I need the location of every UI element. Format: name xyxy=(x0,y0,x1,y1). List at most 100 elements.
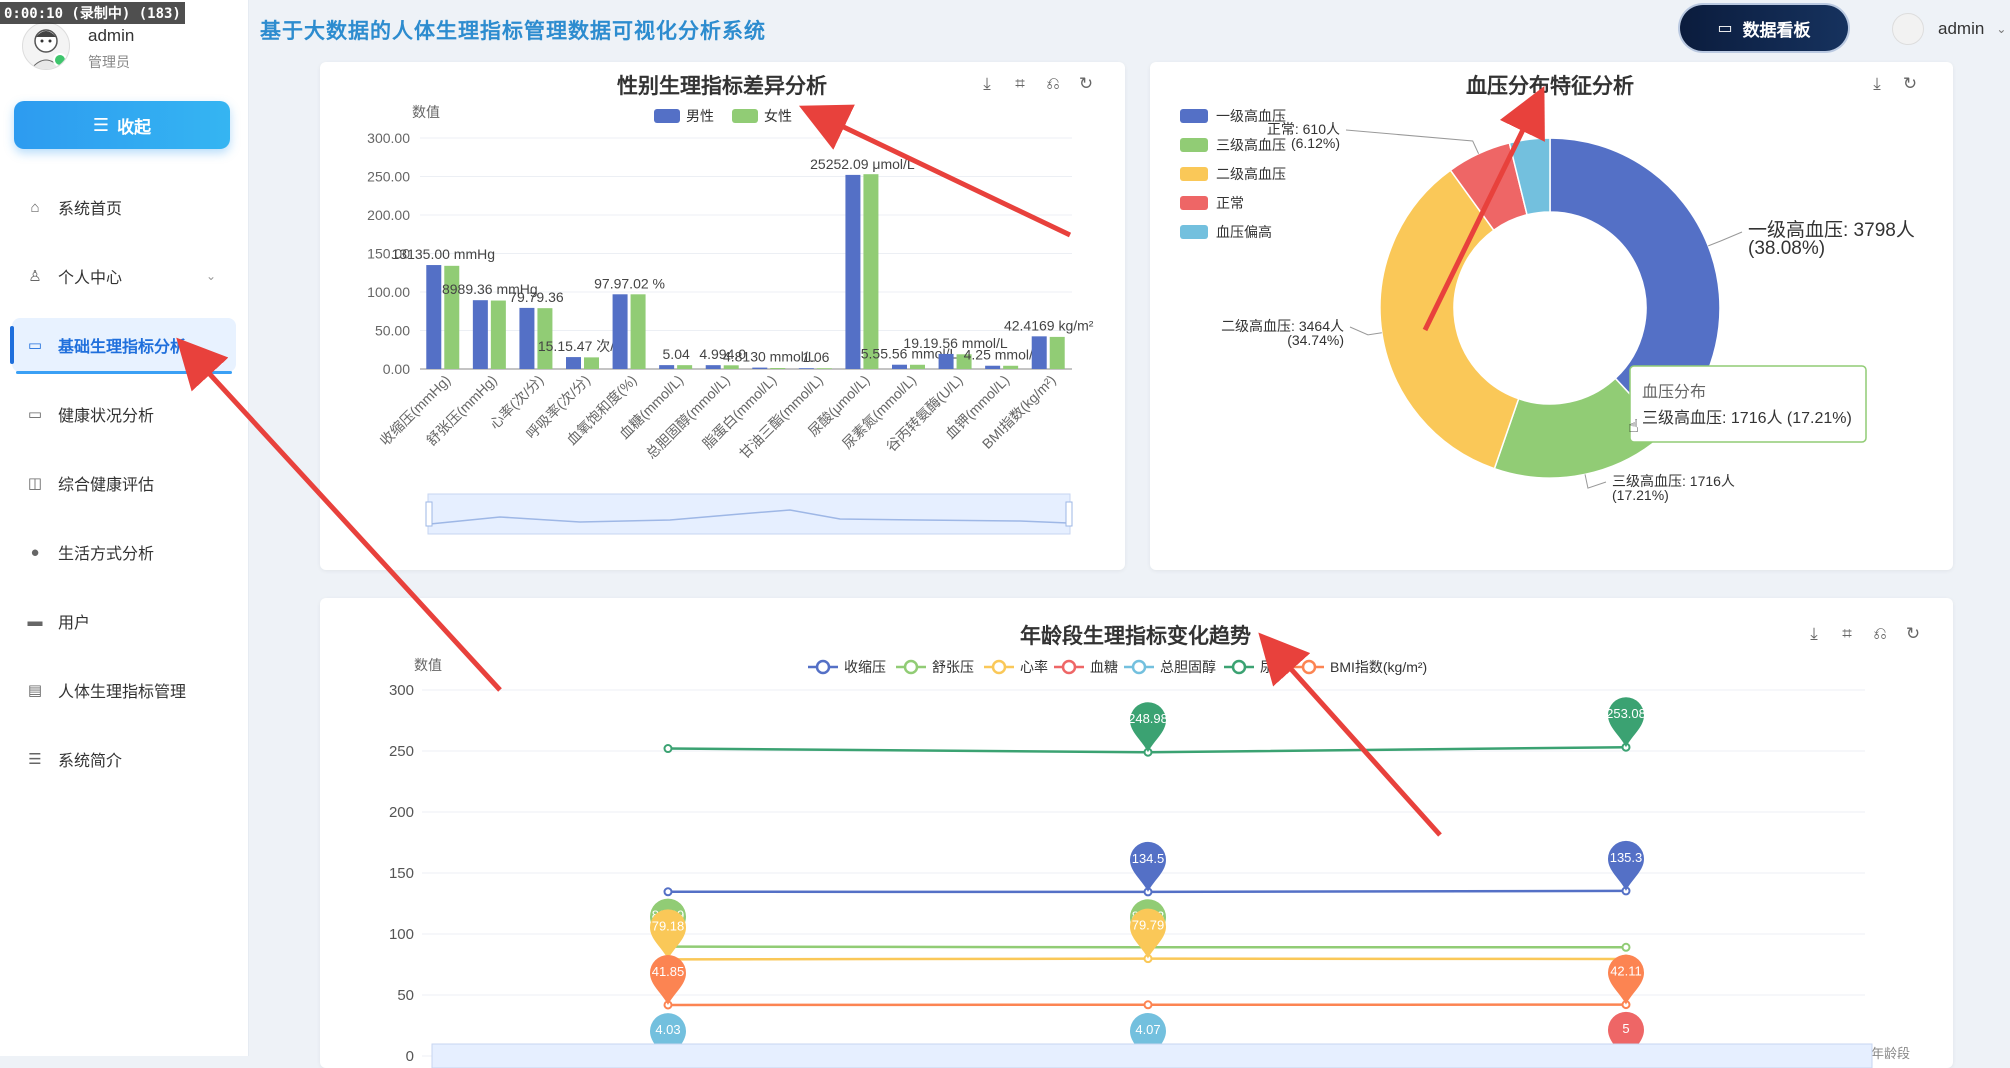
mark-point-label: 5 xyxy=(1622,1021,1629,1036)
bar[interactable] xyxy=(724,365,739,369)
legend-marker[interactable] xyxy=(817,661,829,673)
bar[interactable] xyxy=(863,174,878,369)
slice-label-line xyxy=(1350,327,1382,335)
y-tick-label: 200 xyxy=(389,804,414,821)
bar-value-label: 13135.00 mmHg xyxy=(392,246,496,262)
sidebar-item-label: 综合健康评估 xyxy=(58,471,154,495)
header-user-menu[interactable]: admin ⌄ xyxy=(1892,13,2006,45)
bar-value-label: 42.4169 kg/m² xyxy=(1004,317,1094,333)
bar[interactable] xyxy=(770,368,785,369)
legend-swatch[interactable] xyxy=(654,109,680,123)
legend-label[interactable]: 收缩压 xyxy=(844,659,886,675)
legend-label[interactable]: 心率 xyxy=(1020,659,1048,675)
sidebar-item-home[interactable]: ⌂ 系统首页 xyxy=(12,180,236,234)
bar[interactable] xyxy=(473,300,488,369)
legend-label[interactable]: 血糖 xyxy=(1090,659,1118,675)
bar[interactable] xyxy=(426,265,441,369)
legend-swatch[interactable] xyxy=(1180,109,1208,123)
legend-label[interactable]: 男性 xyxy=(686,108,714,124)
bar[interactable] xyxy=(799,368,814,369)
sidebar-item-about[interactable]: ☰ 系统简介 xyxy=(12,732,236,786)
slice-label-line xyxy=(1346,130,1479,154)
sidebar-item-lifestyle[interactable]: ● 生活方式分析 xyxy=(12,525,236,579)
series-point[interactable] xyxy=(665,745,672,752)
bar[interactable] xyxy=(752,368,767,369)
bar[interactable] xyxy=(1032,336,1047,369)
y-tick-label: 100 xyxy=(389,926,414,943)
collapse-button[interactable]: ☰ 收起 xyxy=(14,101,230,149)
legend-swatch[interactable] xyxy=(1180,138,1208,152)
series-point[interactable] xyxy=(665,888,672,895)
sidebar-item-health-status[interactable]: ▭ 健康状况分析 xyxy=(12,387,236,441)
bar[interactable] xyxy=(845,175,860,369)
bar[interactable] xyxy=(892,365,907,369)
bar[interactable] xyxy=(910,365,925,369)
legend-label[interactable]: 三级高血压 xyxy=(1216,137,1286,153)
y-tick-label: 200.00 xyxy=(367,207,410,223)
legend-marker[interactable] xyxy=(1063,661,1075,673)
series-point[interactable] xyxy=(1145,1001,1152,1008)
legend-swatch[interactable] xyxy=(1180,225,1208,239)
sidebar-user-role: 管理员 xyxy=(88,52,130,72)
legend-label[interactable]: 女性 xyxy=(764,108,792,124)
bar[interactable] xyxy=(491,301,506,369)
age-chart-card: 年龄段生理指标变化趋势 ⤓ ⌗ ⎌ ↻ 数值050100150200250300… xyxy=(320,598,1953,1068)
slice-label-line xyxy=(1708,232,1742,246)
legend-label[interactable]: BMI指数(kg/m²) xyxy=(1330,659,1427,675)
tooltip-text: 三级高血压: 1716人 (17.21%) xyxy=(1642,409,1852,427)
bar[interactable] xyxy=(659,365,674,369)
legend-label[interactable]: 正常 xyxy=(1216,195,1244,211)
legend-label[interactable]: 总胆固醇 xyxy=(1160,659,1216,675)
bar[interactable] xyxy=(613,294,628,369)
series-point[interactable] xyxy=(1623,944,1630,951)
legend-swatch[interactable] xyxy=(732,109,758,123)
legend-marker[interactable] xyxy=(1133,661,1145,673)
bar[interactable] xyxy=(519,308,534,369)
y-tick-label: 50.00 xyxy=(375,323,410,339)
legend-marker[interactable] xyxy=(1233,661,1245,673)
legend-marker[interactable] xyxy=(1303,661,1315,673)
bar[interactable] xyxy=(706,365,721,369)
legend-label[interactable]: 舒张压 xyxy=(932,659,974,675)
legend-swatch[interactable] xyxy=(1180,167,1208,181)
bar[interactable] xyxy=(566,357,581,369)
bar[interactable] xyxy=(1003,366,1018,369)
sidebar-item-label: 基础生理指标分析 xyxy=(58,333,186,357)
monitor-icon: ▭ xyxy=(26,336,44,354)
bar-value-label: 25252.09 μmol/L xyxy=(810,156,915,172)
x-tick-label: 总胆固醇(mmol/L) xyxy=(643,372,733,462)
legend-marker[interactable] xyxy=(993,661,1005,673)
legend-label[interactable]: 尿酸 xyxy=(1260,659,1288,675)
sidebar-item-indicator-management[interactable]: ▤ 人体生理指标管理 xyxy=(12,663,236,717)
bar[interactable] xyxy=(817,368,832,369)
mark-point-label: 79.79 xyxy=(1132,918,1165,933)
data-zoom-handle[interactable] xyxy=(1066,502,1072,526)
dashboard-button-label: 数据看板 xyxy=(1743,16,1811,41)
legend-label[interactable]: 血压偏高 xyxy=(1216,224,1272,240)
sidebar-item-profile[interactable]: ♙ 个人中心 ⌄ xyxy=(12,249,236,303)
bar[interactable] xyxy=(1050,337,1065,369)
bp-donut-chart: 一级高血压三级高血压二级高血压正常血压偏高一级高血压: 3798人(38.08%… xyxy=(1150,62,1953,570)
data-zoom-slider[interactable] xyxy=(432,1044,1872,1068)
sidebar-item-users[interactable]: ▬ 用户 xyxy=(12,594,236,648)
bar[interactable] xyxy=(584,357,599,369)
mark-point-label: 248.98 xyxy=(1128,711,1168,726)
legend-marker[interactable] xyxy=(905,661,917,673)
bar[interactable] xyxy=(677,365,692,369)
bar[interactable] xyxy=(985,366,1000,369)
legend-swatch[interactable] xyxy=(1180,196,1208,210)
avatar[interactable] xyxy=(22,22,70,70)
y-tick-label: 0 xyxy=(406,1048,414,1065)
mark-point xyxy=(650,909,686,959)
bar[interactable] xyxy=(939,354,954,369)
data-zoom-handle[interactable] xyxy=(426,502,432,526)
mark-point-label: 135.3 xyxy=(1610,850,1643,865)
dashboard-button[interactable]: ▭ 数据看板 xyxy=(1680,5,1848,51)
bar[interactable] xyxy=(631,294,646,369)
legend-label[interactable]: 二级高血压 xyxy=(1216,166,1286,182)
slice-label-line xyxy=(1585,474,1606,488)
bar-value-label: 79.79.36 xyxy=(509,289,564,305)
sidebar-item-basic-analysis[interactable]: ▭ 基础生理指标分析 xyxy=(12,318,236,372)
gender-chart-card: 性别生理指标差异分析 ⤓ ⌗ ⎌ ↻ 数值0.0050.00100.00150.… xyxy=(320,62,1125,570)
sidebar-item-health-assessment[interactable]: ◫ 综合健康评估 xyxy=(12,456,236,510)
